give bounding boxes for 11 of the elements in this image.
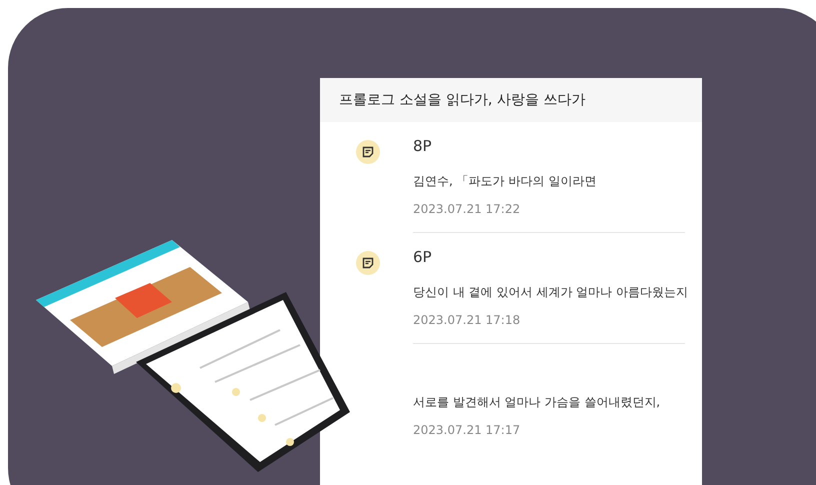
page-number: 6P — [413, 248, 433, 268]
memo-date: 2023.07.21 17:18 — [413, 313, 522, 327]
quote-text: 당신이 내 곁에 있어서 세계가 얼마나 아름다웠는지 — [413, 284, 688, 301]
memo-icon — [356, 251, 380, 275]
memo-date: 2023.07.21 17:22 — [413, 202, 522, 216]
memo-icon — [356, 140, 380, 164]
quote-text: 서로를 발견해서 얼마나 가슴을 쓸어내렸던지, — [413, 394, 660, 411]
book-title: 프롤로그 소설을 읽다가, 사랑을 쓰다가 — [339, 91, 586, 109]
memo-date: 2023.07.21 17:17 — [413, 423, 522, 437]
page-number: 8P — [413, 137, 433, 157]
quote-text: 김연수, 「파도가 바다의 일이라면 — [413, 173, 596, 190]
